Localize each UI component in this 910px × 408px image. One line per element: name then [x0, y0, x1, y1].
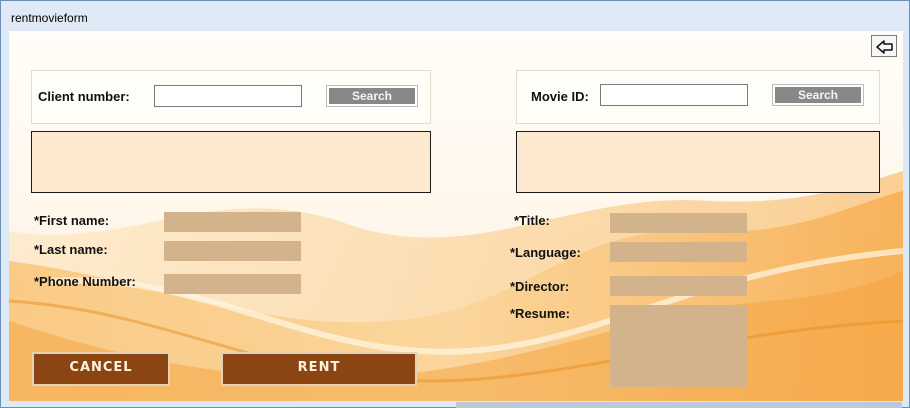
client-number-label: Client number: [38, 89, 130, 104]
client-search-group: Client number: Search [31, 70, 431, 124]
cancel-button-label: CANCEL [69, 360, 133, 375]
back-button[interactable] [871, 35, 897, 57]
movie-id-label: Movie ID: [531, 89, 589, 104]
client-info-panel [31, 131, 431, 193]
resume-field[interactable] [610, 305, 747, 387]
rent-movie-window: rentmovieform Client number: Search Movi… [0, 0, 910, 408]
client-number-input[interactable] [154, 85, 302, 107]
title-bar[interactable]: rentmovieform [1, 1, 909, 31]
back-arrow-icon [876, 40, 893, 54]
last-name-field[interactable] [164, 241, 301, 261]
director-field[interactable] [610, 276, 747, 296]
client-search-button[interactable]: Search [326, 85, 418, 107]
phone-number-field[interactable] [164, 274, 301, 294]
title-field[interactable] [610, 213, 747, 233]
movie-search-group: Movie ID: Search [516, 70, 880, 124]
phone-number-label: *Phone Number: [34, 274, 136, 289]
last-name-label: *Last name: [34, 242, 108, 257]
movie-info-panel [516, 131, 880, 193]
client-search-button-label: Search [329, 88, 415, 104]
window-title: rentmovieform [11, 11, 88, 25]
movie-id-input[interactable] [600, 84, 748, 106]
rent-button-label: RENT [297, 360, 341, 375]
language-label: *Language: [510, 245, 581, 260]
movie-search-button[interactable]: Search [772, 84, 864, 106]
rent-button[interactable]: RENT [221, 352, 417, 386]
form-body: Client number: Search Movie ID: Search *… [9, 31, 903, 401]
movie-search-button-label: Search [775, 87, 861, 103]
resume-label: *Resume: [510, 306, 570, 321]
director-label: *Director: [510, 279, 570, 294]
bottom-edge [456, 402, 902, 408]
title-label: *Title: [514, 213, 550, 228]
first-name-label: *First name: [34, 213, 110, 228]
cancel-button[interactable]: CANCEL [32, 352, 170, 386]
language-field[interactable] [610, 242, 747, 262]
first-name-field[interactable] [164, 212, 301, 232]
